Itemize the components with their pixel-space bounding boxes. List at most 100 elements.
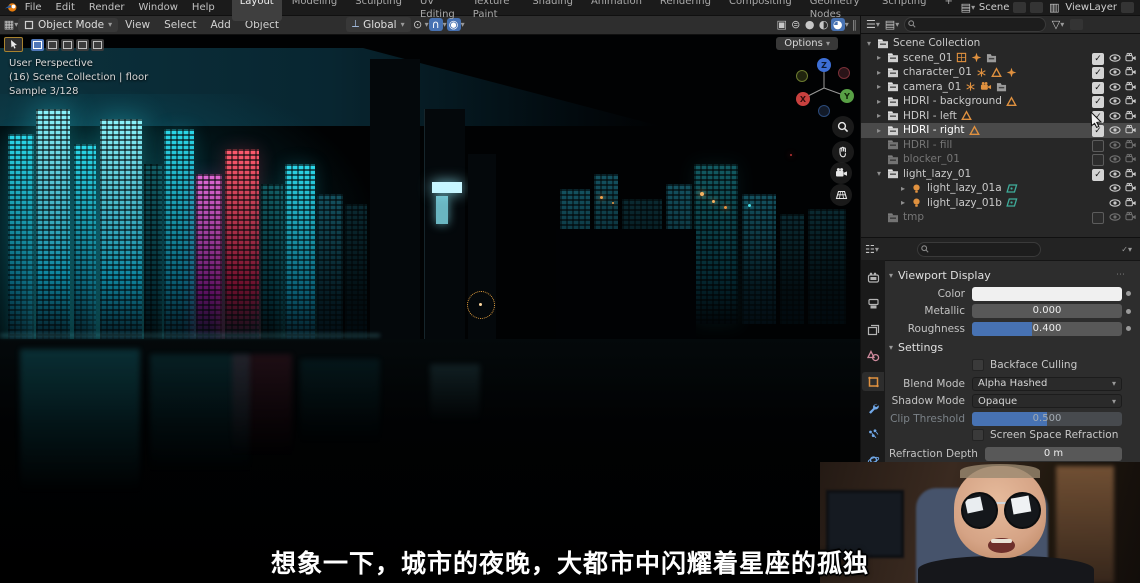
disable-in-renders-camera-icon[interactable] — [1125, 153, 1137, 167]
exclude-checkbox[interactable]: ✓ — [1092, 96, 1104, 108]
workspace-tab-layout[interactable]: Layout — [232, 0, 282, 21]
disable-in-renders-camera-icon[interactable] — [1125, 139, 1137, 153]
properties-tab-particles[interactable] — [862, 424, 884, 443]
app-menu-window[interactable]: Window — [131, 2, 184, 13]
new-scene-icon[interactable] — [1030, 2, 1043, 13]
outliner-item[interactable]: tmp — [861, 210, 1140, 225]
pin-scene-icon[interactable] — [1013, 2, 1026, 13]
disclosure-triangle-icon[interactable]: ▸ — [901, 198, 911, 207]
app-menu-file[interactable]: File — [18, 2, 49, 13]
checkbox-box[interactable] — [972, 429, 984, 441]
zoom-button[interactable] — [832, 116, 854, 138]
disclosure-triangle-icon[interactable]: ▸ — [877, 111, 887, 120]
properties-tab-modifiers[interactable] — [862, 398, 884, 417]
disable-in-renders-camera-icon[interactable] — [1125, 81, 1137, 95]
keyframe-dot[interactable] — [1122, 326, 1134, 331]
outliner-item[interactable]: ▸light_lazy_01b — [861, 196, 1140, 211]
value-slider[interactable]: 0.400 — [972, 322, 1122, 336]
hide-in-viewport-eye-icon[interactable] — [1109, 96, 1121, 109]
checkbox-screen-space-refraction[interactable]: Screen Space Refraction — [972, 429, 1122, 441]
outliner-item[interactable]: blocker_01 — [861, 152, 1140, 167]
scene-icon[interactable]: ▤▾ — [961, 1, 975, 14]
workspace-tab-texture-paint[interactable]: Texture Paint — [465, 0, 523, 21]
editor-type-icon[interactable]: ▦▾ — [4, 18, 18, 31]
disclosure-triangle-icon[interactable]: ▸ — [877, 68, 887, 77]
disable-in-renders-camera-icon[interactable] — [1125, 211, 1137, 225]
disable-in-renders-camera-icon[interactable] — [1125, 95, 1137, 109]
checkbox-backface-culling[interactable]: Backface Culling — [972, 359, 1122, 371]
options-dropdown[interactable]: Options ▾ — [776, 37, 838, 50]
disable-in-renders-camera-icon[interactable] — [1125, 182, 1137, 196]
workspace-tab-geometry-nodes[interactable]: Geometry Nodes — [802, 0, 872, 21]
value-slider[interactable]: 0 m — [985, 447, 1122, 461]
select-mode-invert-button[interactable] — [76, 39, 89, 51]
outliner-item[interactable]: ▸HDRI - background✓ — [861, 94, 1140, 109]
disable-in-renders-camera-icon[interactable] — [1125, 168, 1137, 182]
dropdown-shadow-mode[interactable]: Opaque▾ — [972, 394, 1122, 408]
checkbox-box[interactable] — [972, 359, 984, 371]
disclosure-triangle-icon[interactable]: ▾ — [877, 169, 887, 178]
exclude-checkbox[interactable] — [1092, 212, 1104, 224]
properties-tab-scene[interactable] — [862, 346, 884, 365]
workspace-tab-scripting[interactable]: Scripting — [874, 0, 934, 21]
hide-in-viewport-eye-icon[interactable] — [1109, 67, 1121, 80]
mode-dropdown[interactable]: Object Mode ▾ — [18, 18, 118, 32]
property-widget[interactable]: Alpha Hashed▾ — [972, 377, 1122, 391]
disable-in-renders-camera-icon[interactable] — [1125, 110, 1137, 124]
light-object-gizmo[interactable] — [467, 291, 495, 319]
workspace-tab-sculpting[interactable]: Sculpting — [347, 0, 410, 21]
disable-in-renders-camera-icon[interactable] — [1125, 197, 1137, 211]
axis-neg-y-ball[interactable] — [797, 71, 808, 82]
select-mode-subtract-button[interactable] — [61, 39, 74, 51]
disclosure-triangle-icon[interactable]: ▸ — [877, 53, 887, 62]
filter-funnel-icon[interactable]: ▽▾ — [1051, 18, 1065, 31]
property-widget[interactable]: Screen Space Refraction — [972, 429, 1122, 443]
properties-editor-icon[interactable]: ☷▾ — [865, 243, 879, 256]
exclude-checkbox[interactable]: ✓ — [1092, 67, 1104, 79]
viewport-3d[interactable]: User Perspective (16) Scene Collection |… — [0, 34, 860, 583]
hide-in-viewport-eye-icon[interactable] — [1109, 169, 1121, 182]
hide-in-viewport-eye-icon[interactable] — [1109, 140, 1121, 153]
viewlayer-icon[interactable]: ▥ — [1047, 1, 1061, 14]
properties-filter-icon[interactable]: ✓▾ — [1121, 245, 1140, 254]
value-slider[interactable]: 0.500 — [972, 412, 1122, 426]
properties-search-input[interactable] — [917, 242, 1041, 257]
select-mode-new-button[interactable] — [31, 39, 44, 51]
hide-in-viewport-eye-icon[interactable] — [1109, 82, 1121, 95]
outliner-item[interactable]: ▾light_lazy_01✓ — [861, 167, 1140, 182]
property-widget[interactable]: 0.500 — [972, 412, 1122, 426]
property-widget[interactable]: Opaque▾ — [972, 394, 1122, 408]
disable-in-renders-camera-icon[interactable] — [1125, 66, 1137, 80]
outliner-options-icon[interactable] — [1070, 19, 1083, 30]
panel-header-settings[interactable]: ▾Settings — [889, 339, 1134, 357]
viewport-menu-select[interactable]: Select — [157, 19, 203, 31]
pan-hand-button[interactable] — [832, 141, 854, 163]
select-mode-intersect-button[interactable] — [91, 39, 104, 51]
workspace-tab-compositing[interactable]: Compositing — [721, 0, 800, 21]
property-widget[interactable]: Backface Culling — [972, 359, 1122, 373]
select-mode-extend-button[interactable] — [46, 39, 59, 51]
disable-in-renders-camera-icon[interactable] — [1125, 124, 1137, 138]
hide-in-viewport-eye-icon[interactable] — [1109, 183, 1121, 196]
app-menu-help[interactable]: Help — [185, 2, 222, 13]
viewlayer-name[interactable]: ViewLayer — [1065, 2, 1117, 13]
hide-in-viewport-eye-icon[interactable] — [1109, 111, 1121, 124]
keyframe-dot[interactable] — [1122, 291, 1134, 296]
keyframe-dot[interactable] — [1122, 309, 1134, 314]
panel-options-dots[interactable]: ⋯ — [1116, 270, 1134, 280]
outliner-item[interactable]: ▸scene_01✓ — [861, 51, 1140, 66]
exclude-checkbox[interactable] — [1092, 140, 1104, 152]
perspective-toggle-button[interactable] — [830, 184, 852, 206]
color-swatch[interactable] — [972, 287, 1122, 301]
workspace-tab-modeling[interactable]: Modeling — [284, 0, 346, 21]
disclosure-triangle-icon[interactable]: ▸ — [877, 97, 887, 106]
axis-neg-x-ball[interactable] — [839, 68, 850, 79]
properties-tab-render[interactable] — [862, 268, 884, 287]
app-menu-render[interactable]: Render — [82, 2, 132, 13]
outliner-item[interactable]: ▸light_lazy_01a — [861, 181, 1140, 196]
hide-in-viewport-eye-icon[interactable] — [1109, 154, 1121, 167]
exclude-checkbox[interactable] — [1092, 154, 1104, 166]
outliner-item[interactable]: HDRI - fill — [861, 138, 1140, 153]
properties-tab-viewlayer[interactable] — [862, 320, 884, 339]
exclude-checkbox[interactable]: ✓ — [1092, 82, 1104, 94]
